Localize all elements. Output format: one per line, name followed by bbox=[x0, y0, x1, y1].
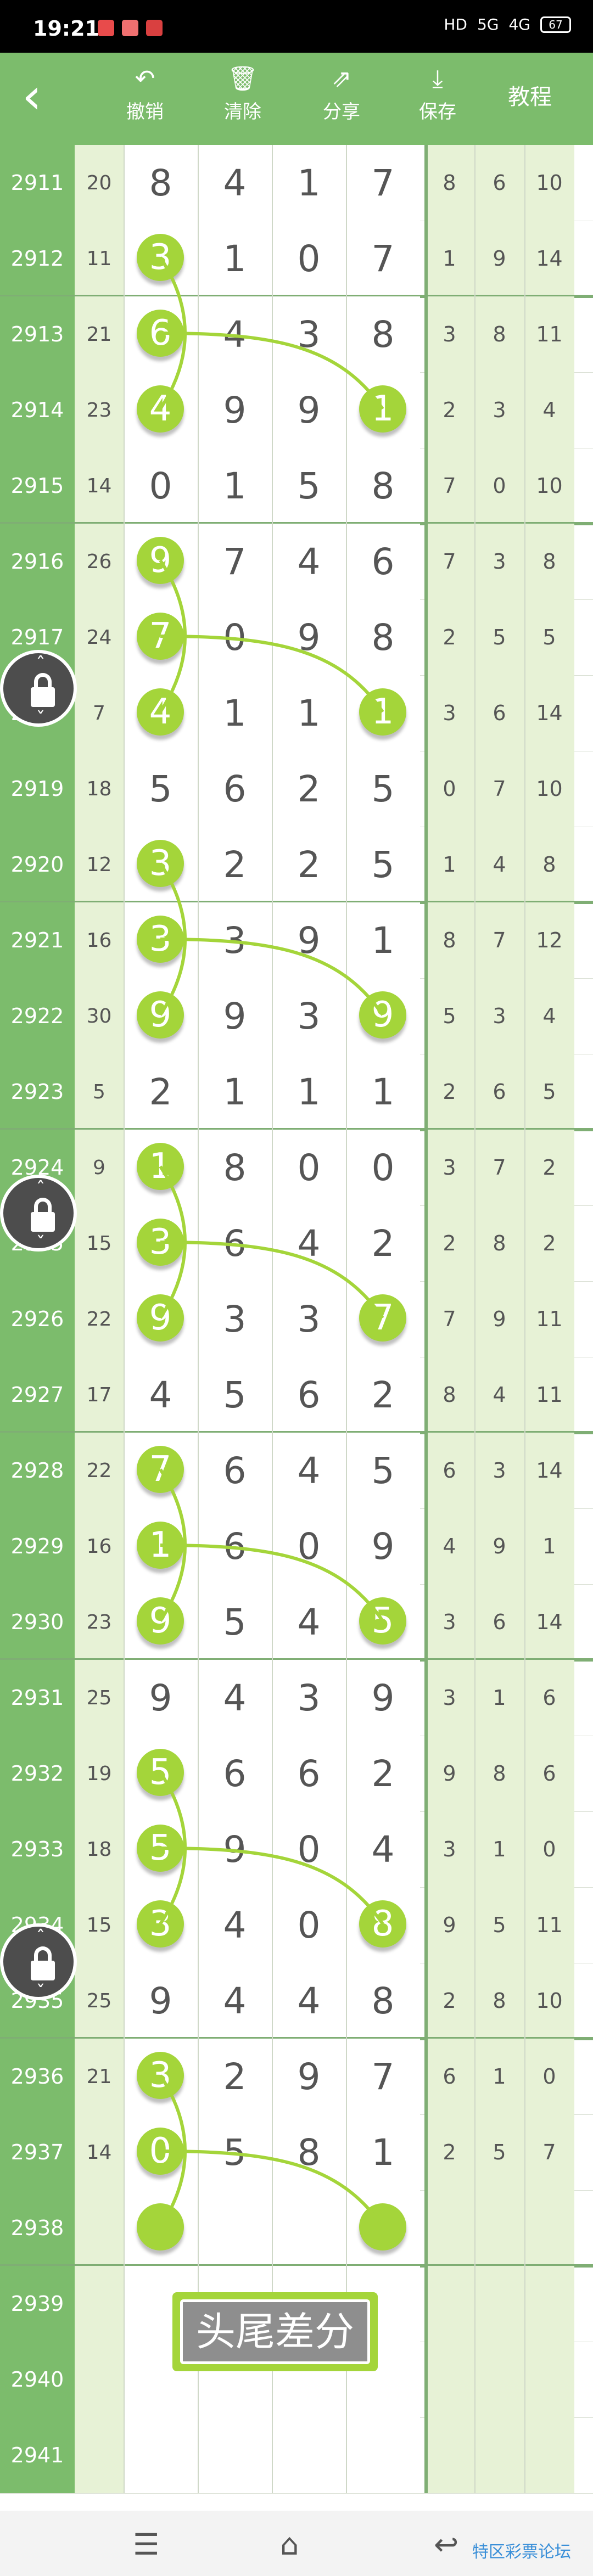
connector-curves bbox=[159, 256, 384, 2228]
battery-icon: 67 bbox=[540, 16, 571, 33]
connector-line bbox=[160, 635, 384, 713]
lock-button[interactable]: ˆ ˇ bbox=[0, 1923, 77, 2003]
notification-icon-2 bbox=[122, 20, 138, 36]
back-icon[interactable]: ↩ bbox=[434, 2527, 458, 2562]
undo-button[interactable]: ↶ 撤销 bbox=[118, 64, 172, 124]
chevron-up-icon: ˆ bbox=[36, 653, 46, 675]
lock-button[interactable]: ˆ ˇ bbox=[0, 650, 77, 730]
download-icon: ⤓ bbox=[432, 65, 443, 93]
undo-label: 撤销 bbox=[126, 101, 164, 123]
chevron-up-icon: ˆ bbox=[36, 1178, 46, 1200]
chevron-down-icon: ˇ bbox=[36, 708, 46, 730]
connector-line bbox=[160, 938, 384, 1016]
connector-line bbox=[160, 332, 384, 410]
hd-icon: HD bbox=[444, 15, 467, 33]
tutorial-button[interactable]: 教程 bbox=[508, 79, 552, 111]
menu-icon[interactable]: ☰ bbox=[133, 2527, 159, 2562]
status-bar: 19:21 HD 5G 4G 67 bbox=[0, 0, 593, 53]
notification-icon-3 bbox=[146, 20, 163, 36]
back-arrow-icon[interactable]: ‹ bbox=[22, 72, 66, 124]
connector-line bbox=[160, 1241, 384, 1319]
save-button[interactable]: ⤓ 保存 bbox=[410, 64, 465, 124]
connector-line bbox=[160, 1847, 384, 1925]
chevron-down-icon: ˇ bbox=[36, 1982, 46, 2003]
undo-icon: ↶ bbox=[135, 65, 155, 93]
connector-line bbox=[160, 2150, 384, 2228]
head-tail-diff-label: 头尾差分 bbox=[180, 2299, 370, 2364]
lock-button[interactable]: ˆ ˇ bbox=[0, 1175, 77, 1255]
share-icon: ⇗ bbox=[331, 65, 352, 93]
share-button[interactable]: ⇗ 分享 bbox=[314, 64, 369, 124]
home-icon[interactable]: ⌂ bbox=[280, 2527, 299, 2562]
notification-icon bbox=[98, 20, 114, 36]
chevron-down-icon: ˇ bbox=[36, 1233, 46, 1255]
share-label: 分享 bbox=[323, 101, 360, 123]
status-time: 19:21 bbox=[33, 16, 99, 41]
clear-label: 清除 bbox=[224, 101, 261, 123]
trash-icon: 🗑 bbox=[227, 65, 258, 93]
clear-button[interactable]: 🗑 清除 bbox=[215, 64, 270, 124]
save-label: 保存 bbox=[419, 101, 456, 123]
connector-line bbox=[160, 1544, 384, 1622]
network-label: 5G bbox=[477, 15, 499, 33]
head-tail-diff-badge[interactable]: 头尾差分 bbox=[172, 2292, 378, 2371]
top-toolbar: ‹ ↶ 撤销 🗑 清除 ⇗ 分享 ⤓ 保存 教程 bbox=[0, 53, 593, 145]
chevron-up-icon: ˆ bbox=[36, 1927, 46, 1949]
watermark: 特区彩票论坛 bbox=[472, 2543, 571, 2562]
signal-label: 4G bbox=[508, 15, 530, 33]
system-nav-bar: ☰ ⌂ ↩ 特区彩票论坛 bbox=[0, 2511, 593, 2576]
